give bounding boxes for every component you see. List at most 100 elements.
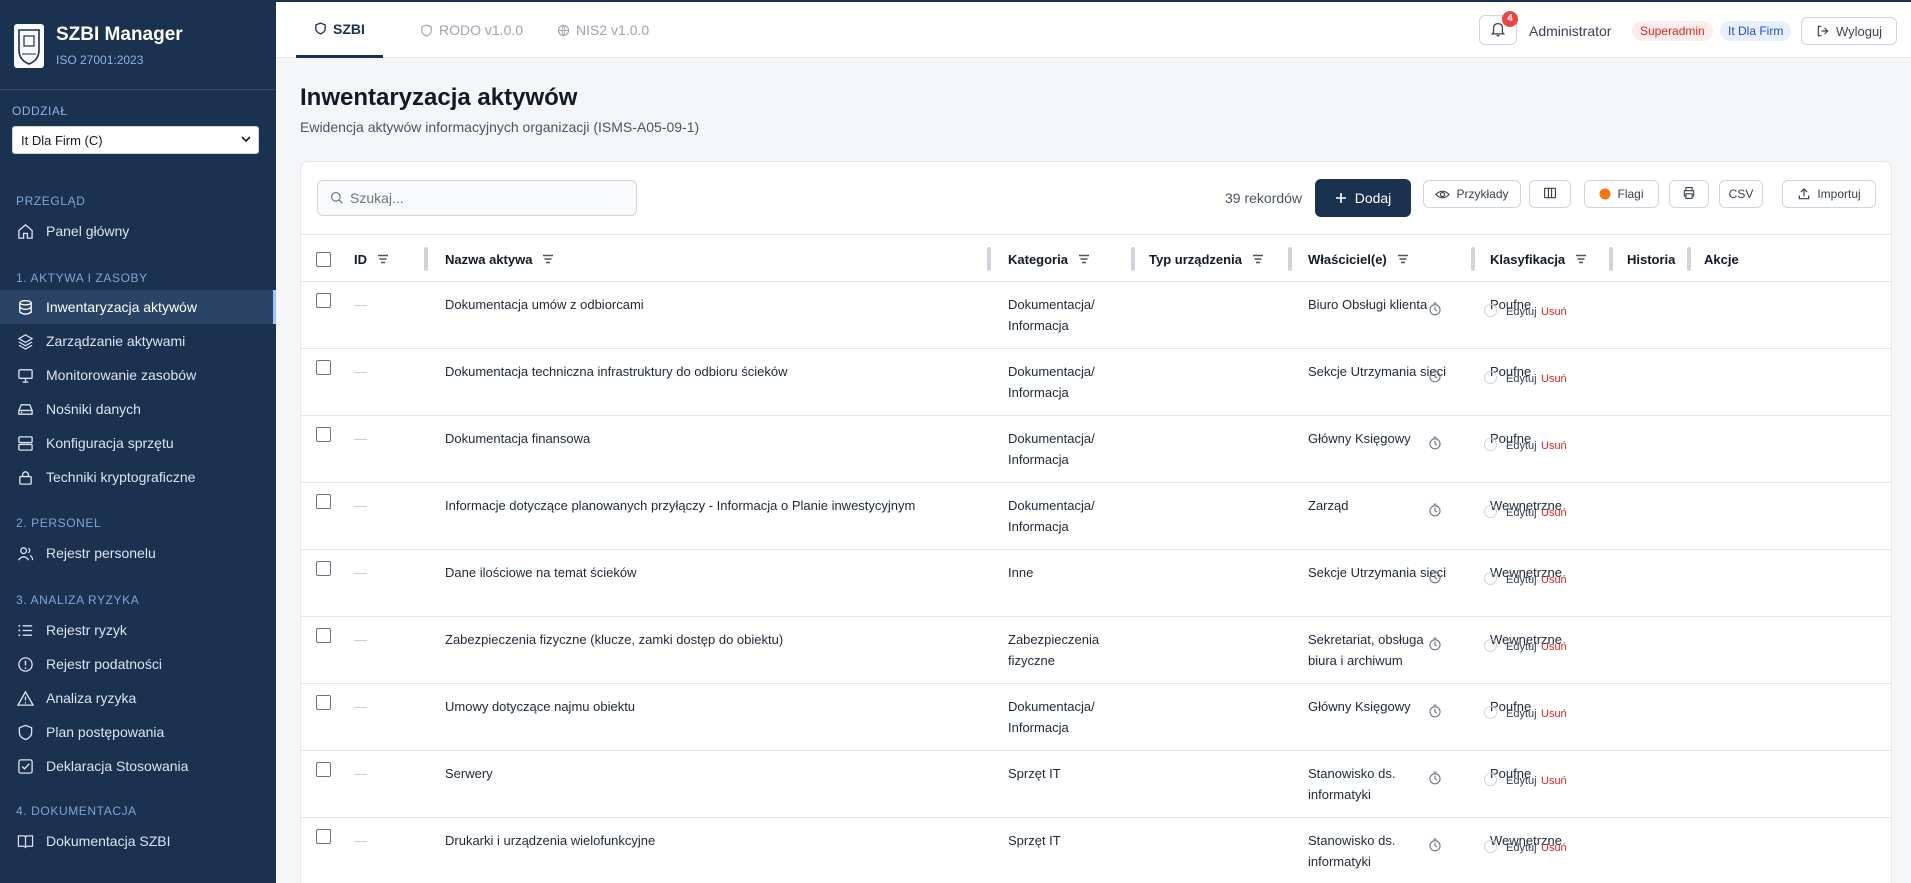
column-resize-handle[interactable]	[1609, 247, 1613, 271]
row-checkbox[interactable]	[316, 293, 331, 314]
column-resize-handle[interactable]	[1687, 247, 1691, 271]
flag-toggle[interactable]	[1484, 572, 1497, 585]
column-resize-handle[interactable]	[1131, 247, 1135, 271]
column-menu-icon[interactable]	[377, 254, 389, 264]
flag-toggle[interactable]	[1484, 304, 1497, 317]
csv-button[interactable]: CSV	[1719, 180, 1763, 208]
column-category[interactable]: Kategoria	[1008, 235, 1090, 283]
select-all-checkbox[interactable]	[316, 235, 331, 283]
column-owners[interactable]: Właściciel(e)	[1308, 235, 1409, 283]
branch-select[interactable]: It Dla Firm (C)	[12, 126, 259, 154]
delete-button[interactable]: Usuń	[1541, 306, 1567, 318]
columns-button[interactable]	[1529, 180, 1571, 208]
delete-button[interactable]: Usuń	[1541, 775, 1567, 787]
delete-button[interactable]: Usuń	[1541, 440, 1567, 452]
checkbox[interactable]	[316, 360, 331, 375]
history-icon[interactable]	[1428, 436, 1442, 450]
checkbox[interactable]	[316, 628, 331, 643]
import-button[interactable]: Importuj	[1782, 180, 1876, 208]
row-checkbox[interactable]	[316, 762, 331, 783]
edit-button[interactable]: Edytuj	[1506, 775, 1537, 787]
edit-button[interactable]: Edytuj	[1506, 306, 1537, 318]
sidebar-item-treatment-plan[interactable]: Plan postępowania	[0, 715, 276, 749]
sidebar-item-szbi-docs[interactable]: Dokumentacja SZBI	[0, 824, 276, 858]
row-checkbox[interactable]	[316, 561, 331, 582]
sidebar-item-resource-monitoring[interactable]: Monitorowanie zasobów	[0, 358, 276, 392]
column-resize-handle[interactable]	[1288, 247, 1292, 271]
tab-rodo[interactable]: RODO v1.0.0	[410, 2, 533, 58]
column-menu-icon[interactable]	[1078, 254, 1090, 264]
flags-button[interactable]: Flagi	[1584, 180, 1659, 208]
checkbox[interactable]	[316, 427, 331, 442]
sidebar-item-asset-inventory[interactable]: Inwentaryzacja aktywów	[0, 290, 276, 324]
history-icon[interactable]	[1428, 503, 1442, 517]
history-icon[interactable]	[1428, 704, 1442, 718]
delete-button[interactable]: Usuń	[1541, 507, 1567, 519]
sidebar-item-personnel-register[interactable]: Rejestr personelu	[0, 536, 276, 570]
logout-button[interactable]: Wyloguj	[1801, 17, 1897, 45]
edit-button[interactable]: Edytuj	[1506, 373, 1537, 385]
flag-toggle[interactable]	[1484, 706, 1497, 719]
checkbox[interactable]	[316, 293, 331, 308]
flag-toggle[interactable]	[1484, 371, 1497, 384]
checkbox[interactable]	[316, 251, 331, 267]
flag-toggle[interactable]	[1484, 840, 1497, 853]
flag-toggle[interactable]	[1484, 505, 1497, 518]
checkbox[interactable]	[316, 829, 331, 844]
sidebar-item-risk-register[interactable]: Rejestr ryzyk	[0, 613, 276, 647]
column-resize-handle[interactable]	[1471, 247, 1475, 271]
tab-szbi[interactable]: SZBI	[296, 2, 383, 58]
column-device-type[interactable]: Typ urządzenia	[1149, 235, 1264, 283]
column-resize-handle[interactable]	[987, 247, 991, 271]
delete-button[interactable]: Usuń	[1541, 842, 1567, 854]
edit-button[interactable]: Edytuj	[1506, 708, 1537, 720]
delete-button[interactable]: Usuń	[1541, 574, 1567, 586]
tab-nis2[interactable]: NIS2 v1.0.0	[547, 2, 659, 58]
column-menu-icon[interactable]	[1575, 254, 1587, 264]
column-menu-icon[interactable]	[1397, 254, 1409, 264]
history-icon[interactable]	[1428, 771, 1442, 785]
row-checkbox[interactable]	[316, 628, 331, 649]
sidebar-item-data-carriers[interactable]: Nośniki danych	[0, 392, 276, 426]
checkbox[interactable]	[316, 494, 331, 509]
column-classification[interactable]: Klasyfikacja	[1490, 235, 1587, 283]
checkbox[interactable]	[316, 695, 331, 710]
column-id[interactable]: ID	[354, 235, 389, 283]
checkbox[interactable]	[316, 762, 331, 777]
history-icon[interactable]	[1428, 302, 1442, 316]
edit-button[interactable]: Edytuj	[1506, 641, 1537, 653]
flag-toggle[interactable]	[1484, 639, 1497, 652]
flag-toggle[interactable]	[1484, 438, 1497, 451]
delete-button[interactable]: Usuń	[1541, 641, 1567, 653]
sidebar-item-risk-analysis[interactable]: Analiza ryzyka	[0, 681, 276, 715]
column-resize-handle[interactable]	[424, 247, 428, 271]
sidebar-item-vulnerability-register[interactable]: Rejestr podatności	[0, 647, 276, 681]
print-button[interactable]	[1669, 180, 1709, 208]
sidebar-item-dashboard[interactable]: Panel główny	[0, 214, 276, 248]
column-menu-icon[interactable]	[542, 254, 554, 264]
column-menu-icon[interactable]	[1252, 254, 1264, 264]
sidebar-item-hardware-config[interactable]: Konfiguracja sprzętu	[0, 426, 276, 460]
delete-button[interactable]: Usuń	[1541, 708, 1567, 720]
checkbox[interactable]	[316, 561, 331, 576]
history-icon[interactable]	[1428, 570, 1442, 584]
row-checkbox[interactable]	[316, 427, 331, 448]
sidebar-item-crypto[interactable]: Techniki kryptograficzne	[0, 460, 276, 494]
flag-toggle[interactable]	[1484, 773, 1497, 786]
add-button[interactable]: Dodaj	[1315, 179, 1411, 217]
edit-button[interactable]: Edytuj	[1506, 842, 1537, 854]
row-checkbox[interactable]	[316, 695, 331, 716]
search-box[interactable]	[317, 180, 637, 216]
row-checkbox[interactable]	[316, 360, 331, 381]
row-checkbox[interactable]	[316, 829, 331, 850]
search-input[interactable]	[350, 190, 630, 206]
history-icon[interactable]	[1428, 369, 1442, 383]
delete-button[interactable]: Usuń	[1541, 373, 1567, 385]
sidebar-item-asset-management[interactable]: Zarządzanie aktywami	[0, 324, 276, 358]
examples-button[interactable]: Przykłady	[1423, 180, 1521, 208]
history-icon[interactable]	[1428, 838, 1442, 852]
row-checkbox[interactable]	[316, 494, 331, 515]
sidebar-item-soa[interactable]: Deklaracja Stosowania	[0, 749, 276, 783]
column-name[interactable]: Nazwa aktywa	[445, 235, 554, 283]
edit-button[interactable]: Edytuj	[1506, 440, 1537, 452]
